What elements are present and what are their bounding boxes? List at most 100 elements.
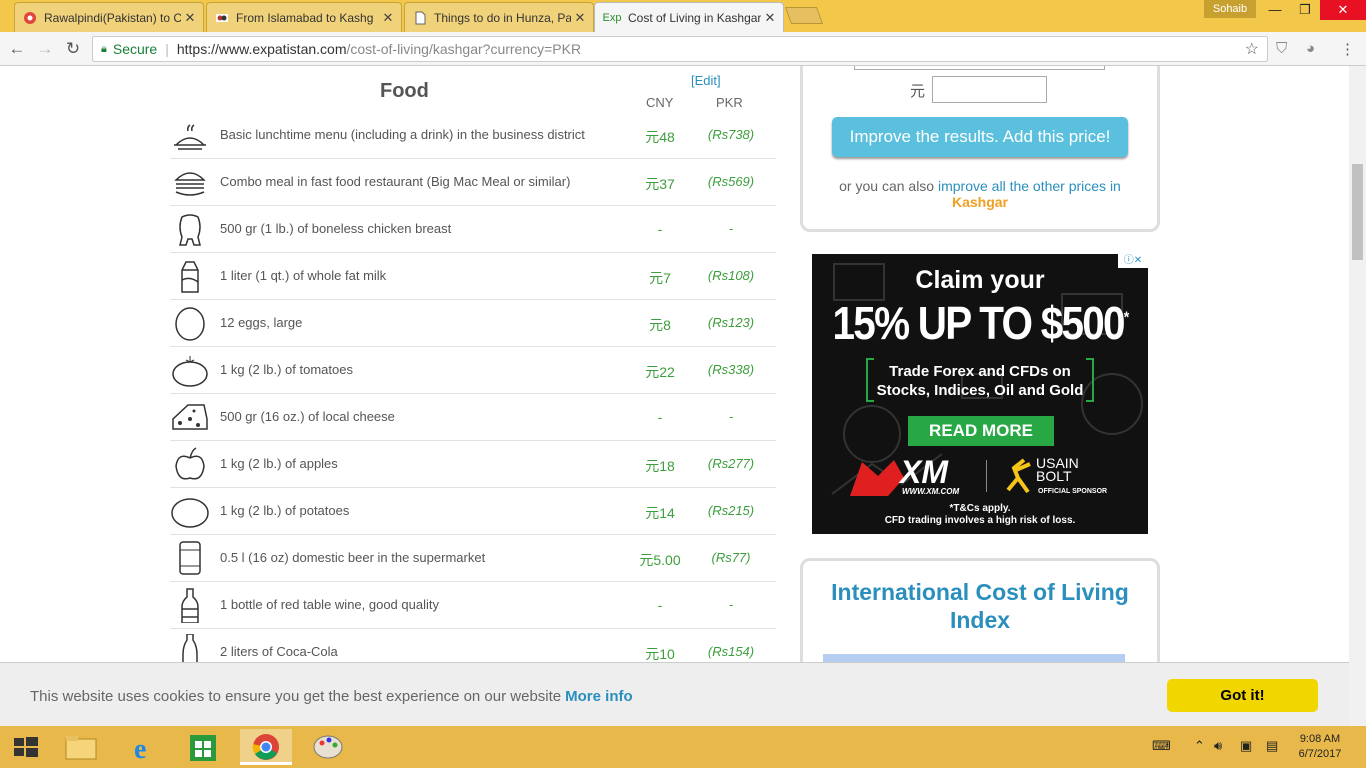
price-cny[interactable]: 元37 [618,174,702,194]
tab-title: Cost of Living in Kashgar [628,10,761,25]
price-pkr: (Rs569) [707,174,755,189]
page-icon [413,11,427,25]
price-cny[interactable]: 元18 [618,456,702,476]
bolt-figure-icon [1006,458,1031,494]
network-icon[interactable]: ▣ [1240,738,1252,754]
food-item-label: 2 liters of Coca-Cola [220,644,338,659]
lunch-dish-icon [174,124,206,150]
system-clock[interactable]: 9:08 AM 6/7/2017 [1290,732,1350,762]
improve-other-prices-link[interactable]: improve all the other prices in [938,178,1121,194]
tab-islamabad-kashgar[interactable]: From Islamabad to Kashg ✕ [206,2,402,32]
city-link[interactable]: Kashgar [952,194,1008,210]
edit-link[interactable]: [Edit] [691,73,721,88]
cookie-more-info-link[interactable]: More info [565,688,633,705]
xm-brand: XM [900,454,948,490]
reload-icon[interactable]: ↻ [62,38,84,60]
tab-title: Rawalpindi(Pakistan) to C [44,10,181,25]
ad-divider [986,460,987,492]
volume-icon[interactable]: 🔊︎ [1214,738,1222,754]
currency-symbol: 元 [910,83,926,100]
tab-hunza[interactable]: Things to do in Hunza, Pa ✕ [404,2,594,32]
notification-icon[interactable]: ▤ [1266,738,1278,754]
food-item-label: 1 liter (1 qt.) of whole fat milk [220,268,387,283]
ad-offer-asterisk: * [1123,309,1130,327]
price-cny[interactable]: 元14 [618,503,702,523]
food-item-label: 12 eggs, large [220,315,303,330]
food-row: Combo meal in fast food restaurant (Big … [170,159,776,206]
ad-read-more-button[interactable]: READ MORE [908,416,1054,446]
cookie-accept-button[interactable]: Got it! [1167,679,1318,712]
item-select[interactable] [854,66,1105,70]
tray-chevron-icon[interactable]: ⌃ [1194,738,1205,754]
price-cny[interactable]: 元5.00 [618,550,702,570]
usain-bolt-name: USAIN BOLT [1036,455,1079,484]
price-pkr: - [728,221,734,236]
price-cny[interactable]: 元10 [618,644,702,664]
improve-results-button[interactable]: Improve the results. Add this price! [832,117,1128,157]
price-cny[interactable]: - [618,409,702,425]
page-scrollbar[interactable] [1349,66,1366,726]
column-header-pkr: PKR [716,95,743,110]
internet-explorer-icon[interactable]: e [118,729,170,765]
food-item-label: 500 gr (16 oz.) of local cheese [220,409,395,424]
back-arrow-icon[interactable]: ← [6,38,28,60]
minimize-icon[interactable]: — [1258,0,1292,20]
paint-icon[interactable] [302,729,354,765]
price-pkr: (Rs277) [707,456,755,471]
price-cny[interactable]: - [618,221,702,237]
price-pkr: (Rs215) [707,503,755,518]
close-tab-icon[interactable]: ✕ [379,10,397,26]
food-item-label: Basic lunchtime menu (including a drink)… [220,127,585,142]
ad-line-forex: Trade Forex and CFDs on [889,363,1071,380]
forward-arrow-icon[interactable]: → [34,38,56,60]
extension-icon[interactable]: ◕ [1306,40,1315,57]
scrollbar-thumb[interactable] [1352,164,1363,260]
advertisement[interactable]: ⓘ✕ Claim your 15% UP TO $500* Trade Fore… [812,254,1148,534]
close-tab-icon[interactable]: ✕ [761,10,779,26]
egg-icon [175,307,205,341]
shield-icon[interactable]: ⛉ [1276,40,1287,57]
maximize-icon[interactable]: ❐ [1288,0,1322,20]
price-cny[interactable]: 元48 [618,127,702,147]
food-item-label: Combo meal in fast food restaurant (Big … [220,174,571,189]
price-pkr: (Rs738) [707,127,755,142]
windows-logo-icon [14,737,38,757]
food-item-label: 0.5 l (16 oz) domestic beer in the super… [220,550,486,565]
price-pkr: - [728,597,734,612]
close-window-icon[interactable]: ✕ [1320,0,1366,20]
bookmark-star-icon[interactable]: ☆ [1245,39,1259,59]
food-row: 500 gr (1 lb.) of boneless chicken breas… [170,206,776,253]
chrome-icon[interactable] [240,729,292,765]
price-input[interactable] [932,76,1047,103]
food-row: 1 kg (2 lb.) of tomatoes 元22 (Rs338) [170,347,776,394]
browser-toolbar: ← → ↻ 🔒︎ Secure | https://www.expatistan… [0,32,1366,66]
start-button[interactable] [0,729,52,765]
close-tab-icon[interactable]: ✕ [181,10,199,26]
keyboard-icon[interactable]: ⌨ [1152,738,1171,754]
address-bar[interactable]: 🔒︎ Secure | https://www.expatistan.com/c… [92,36,1268,62]
price-pkr: (Rs123) [707,315,755,330]
file-explorer-icon[interactable] [56,729,108,765]
svg-text:e: e [134,734,146,765]
cookie-text: This website uses cookies to ensure you … [30,688,562,705]
other-prefix: or you can also [839,178,935,194]
profile-name[interactable]: Sohaib [1204,0,1256,18]
food-item-label: 1 kg (2 lb.) of apples [220,456,338,471]
close-tab-icon[interactable]: ✕ [571,10,589,26]
tab-rome2rio[interactable]: Rawalpindi(Pakistan) to C ✕ [14,2,204,32]
tab-cost-of-living-kashgar[interactable]: Exp Cost of Living in Kashgar ✕ [594,2,784,32]
price-cny[interactable]: 元22 [618,362,702,382]
store-icon[interactable] [178,729,230,765]
price-cny[interactable]: 元8 [618,315,702,335]
milk-carton-icon [181,261,199,293]
food-section-title: Food [380,80,429,102]
ad-headline: Claim your [915,266,1045,294]
menu-icon[interactable]: ⋮ [1340,40,1355,58]
food-item-label: 500 gr (1 lb.) of boneless chicken breas… [220,221,452,236]
food-row: 12 eggs, large 元8 (Rs123) [170,300,776,347]
index-title[interactable]: International Cost of Living Index [803,578,1157,634]
price-cny[interactable]: - [618,597,702,613]
tomato-icon [172,356,208,387]
new-tab-button[interactable] [784,7,824,24]
price-cny[interactable]: 元7 [618,268,702,288]
